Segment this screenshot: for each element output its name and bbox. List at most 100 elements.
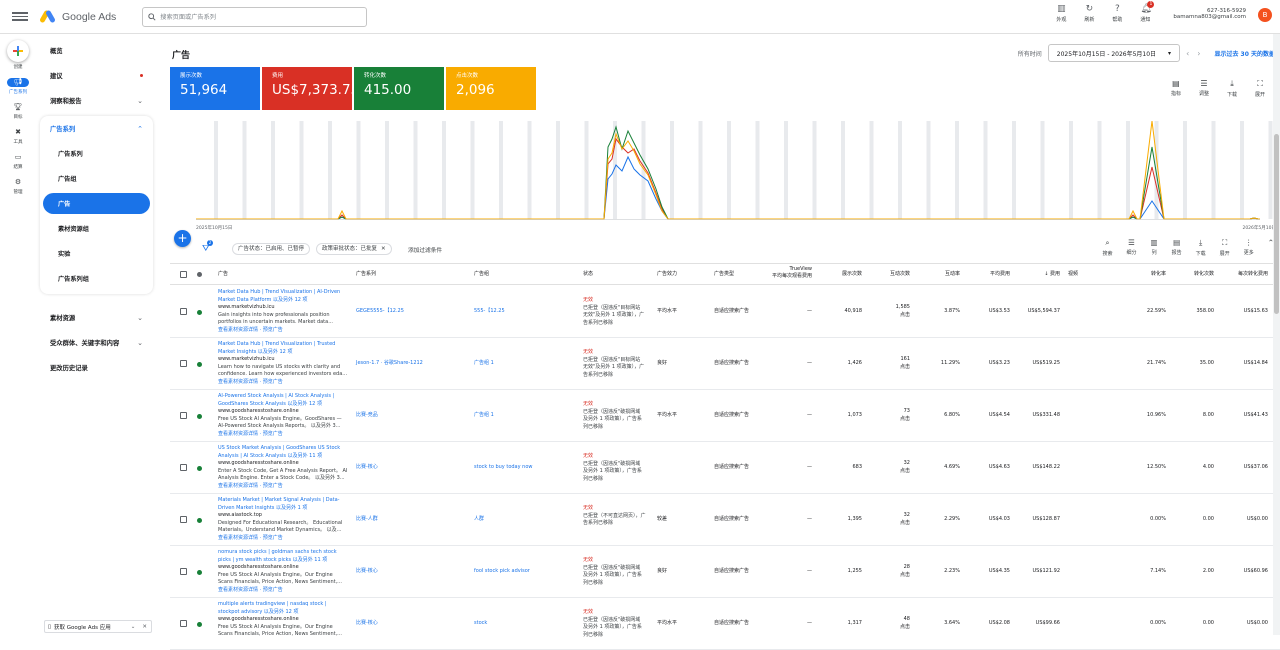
table-row[interactable]: Market Data Hub | Trend Visualization | … [170, 338, 1280, 390]
col-type[interactable]: 广告类型 [714, 270, 734, 277]
campaign-link[interactable]: 比赛-竞品 [356, 412, 378, 420]
ad-headline-2[interactable]: Analysis | AI Stock Analysis 以及另外 11 项 [218, 453, 348, 461]
col-ad[interactable]: 广告 [218, 270, 228, 277]
table-search-button[interactable]: ⌕ 搜索 [1103, 238, 1113, 257]
nav-insights[interactable]: 洞察和报告 ⌄ [40, 88, 153, 113]
campaign-link[interactable]: 比赛-人群 [356, 516, 378, 524]
status-cell[interactable]: 无效 已拒登（因违反"破损网域 及另外 1 项政策），广告系 列已移除 [583, 401, 653, 431]
row-checkbox[interactable] [180, 412, 187, 419]
ad-headline-2[interactable]: Driven Market Insights 以及另外 1 项 [218, 505, 348, 513]
ad-strength[interactable]: 平均水平 [657, 308, 677, 316]
adjust-button[interactable]: ☰ 调整 [1199, 79, 1209, 98]
row-checkbox[interactable] [180, 464, 187, 471]
chevron-down-icon[interactable]: ⌄ [131, 624, 136, 630]
col-campaign[interactable]: 广告系列 [356, 270, 376, 277]
adgroup-link[interactable]: 广告组 1 [474, 412, 494, 420]
table-row[interactable]: US Stock Market Analysis | GoodShares US… [170, 442, 1280, 494]
metrics-button[interactable]: ▤ 指标 [1171, 79, 1181, 98]
ad-headline-2[interactable]: stockpot advisory 以及另外 12 项 [218, 609, 348, 617]
last-30-days-link[interactable]: 显示过去 30 天的数据 [1214, 49, 1275, 58]
adgroup-link[interactable]: stock [474, 620, 487, 628]
ad-details-link[interactable]: 查看素材资源详情 · 预览广告 [218, 483, 348, 491]
col-clicks[interactable]: 互动次数 [870, 270, 910, 277]
ad-strength[interactable]: 良好 [657, 360, 667, 368]
ad-details-link[interactable]: 查看素材资源详情 · 预览广告 [218, 379, 348, 387]
ad-headline-1[interactable]: Market Data Hub | Trend Visualization | … [218, 289, 348, 297]
scrollbar[interactable] [1273, 34, 1280, 635]
columns-button[interactable]: ▥ 列 [1151, 238, 1158, 257]
col-impressions[interactable]: 展示次数 [818, 270, 862, 277]
adgroup-link[interactable]: stock to buy today now [474, 464, 532, 472]
ad-headline-2[interactable]: GoodShares Stock Analysis 以及另外 12 项 [218, 401, 348, 409]
google-ads-logo[interactable]: Google Ads [39, 9, 116, 24]
appearance-button[interactable]: ▥ 外观 [1053, 4, 1069, 23]
menu-icon[interactable] [12, 12, 28, 21]
date-range-picker[interactable]: 2025年10月15日 - 2026年5月10日 ▾ [1047, 44, 1181, 62]
help-button[interactable]: ? 帮助 [1109, 4, 1125, 23]
create-button[interactable] [7, 40, 29, 62]
rail-tools[interactable]: ✖ 工具 [0, 128, 36, 145]
ad-headline-1[interactable]: multiple alerts tradingview | nasdaq sto… [218, 601, 348, 609]
ad-details-link[interactable]: 查看素材资源详情 · 预览广告 [218, 327, 348, 335]
nav-assets[interactable]: 素材资源 ⌄ [40, 305, 153, 330]
account-info[interactable]: 627-316-5929 bamamna803@gmail.com [1173, 8, 1246, 20]
nav-sub-experiments[interactable]: 实验 [40, 241, 153, 266]
ad-strength[interactable]: 平均水平 [657, 412, 677, 420]
nav-campaigns[interactable]: 广告系列 ⌃ [40, 116, 153, 141]
ad-details-link[interactable]: 查看素材资源详情 · 预览广告 [218, 535, 348, 543]
ad-headline-2[interactable]: Market Data Platform 以及另外 12 项 [218, 297, 348, 305]
chart-download-button[interactable]: ⤓ 下载 [1227, 79, 1237, 98]
row-checkbox[interactable] [180, 516, 187, 523]
rail-goals[interactable]: 🏆︎ 目标 [0, 103, 36, 120]
refresh-button[interactable]: ↻ 刷新 [1081, 4, 1097, 23]
campaign-link[interactable]: 比赛-核心 [356, 620, 378, 628]
campaign-link[interactable]: 比赛-核心 [356, 464, 378, 472]
nav-overview[interactable]: 概览 [40, 38, 153, 63]
table-row[interactable]: Market Data Hub | Trend Visualization | … [170, 286, 1280, 338]
col-adgroup[interactable]: 广告组 [474, 270, 489, 277]
status-cell[interactable]: 无效 已拒登（不可直达网页），广 告系列已移除 [583, 505, 653, 528]
table-row[interactable]: nomura stock picks | goldman sachs tech … [170, 546, 1280, 598]
ad-strength[interactable]: 较差 [657, 516, 667, 524]
ad-headline-2[interactable]: Market Insights 以及另外 12 项 [218, 349, 348, 357]
get-app-banner[interactable]: ▯ 获取 Google Ads 应用 ⌄ ✕ [44, 620, 152, 633]
nav-sub-ads[interactable]: 广告 [43, 193, 150, 214]
col-trueview[interactable]: TrueView 平均每次观看费用 [764, 266, 812, 279]
adgroup-link[interactable]: 人群 [474, 516, 484, 524]
segment-button[interactable]: ☰ 细分 [1127, 238, 1137, 257]
col-video[interactable]: 视频 [1068, 270, 1078, 277]
adgroup-link[interactable]: fool stock pick advisor [474, 568, 530, 576]
table-row[interactable]: multiple alerts tradingview | nasdaq sto… [170, 598, 1280, 650]
ad-headline-1[interactable]: AI-Powered Stock Analysis | AI Stock Ana… [218, 393, 348, 401]
nav-sub-adgroups[interactable]: 广告组 [40, 166, 153, 191]
nav-sub-asset-groups[interactable]: 素材资源组 [40, 216, 153, 241]
col-convrate[interactable]: 转化率 [1126, 270, 1166, 277]
notifications-button[interactable]: 🔔︎ 1 通知 [1137, 1, 1155, 23]
card-conversions[interactable]: 转化次数 415.00 [354, 67, 444, 110]
status-cell[interactable]: 无效 已拒登（因违反"破损网域 及另外 1 项政策），广告系 列已移除 [583, 557, 653, 587]
col-status[interactable]: 状态 [583, 270, 593, 277]
table-download-button[interactable]: ⤓ 下载 [1196, 238, 1206, 257]
select-all-checkbox[interactable] [180, 271, 187, 278]
nav-sub-campaign-groups[interactable]: 广告系列组 [40, 266, 153, 291]
col-cost[interactable]: ↓ 费用 [1020, 270, 1060, 277]
ad-headline-1[interactable]: US Stock Market Analysis | GoodShares US… [218, 445, 348, 453]
ad-headline-2[interactable]: picks | ym wealth stock picks 以及另外 11 项 [218, 557, 348, 565]
scrollbar-thumb[interactable] [1274, 134, 1279, 314]
nav-recommendations[interactable]: 建议 [40, 63, 153, 88]
add-filter-button[interactable]: 添加过滤条件 [408, 245, 442, 254]
add-button[interactable]: + [174, 230, 191, 247]
ad-headline-1[interactable]: nomura stock picks | goldman sachs tech … [218, 549, 348, 557]
nav-audiences[interactable]: 受众群体、关键字和内容 ⌄ [40, 330, 153, 355]
rail-campaigns[interactable]: 📢︎ 广告系列 [0, 78, 36, 95]
col-ctr[interactable]: 互动率 [920, 270, 960, 277]
status-cell[interactable]: 无效 已拒登（因违反"破损网域 及另外 1 项政策），广告系 列已移除 [583, 453, 653, 483]
table-row[interactable]: AI-Powered Stock Analysis | AI Stock Ana… [170, 390, 1280, 442]
chart-expand-button[interactable]: ⛶ 展开 [1255, 79, 1265, 98]
filter-chip-policy[interactable]: 政策审批状态：已批复 ✕ [316, 243, 392, 255]
ad-details-link[interactable]: 查看素材资源详情 · 预览广告 [218, 587, 348, 595]
close-icon[interactable]: ✕ [381, 244, 386, 254]
col-strength[interactable]: 广告效力 [657, 270, 677, 277]
table-row[interactable]: Materials Market | Market Signal Analysi… [170, 494, 1280, 546]
status-cell[interactable]: 无效 已拒登（因违反"目标网站 无效"及另外 1 项政策），广 告系列已移除 [583, 349, 653, 379]
